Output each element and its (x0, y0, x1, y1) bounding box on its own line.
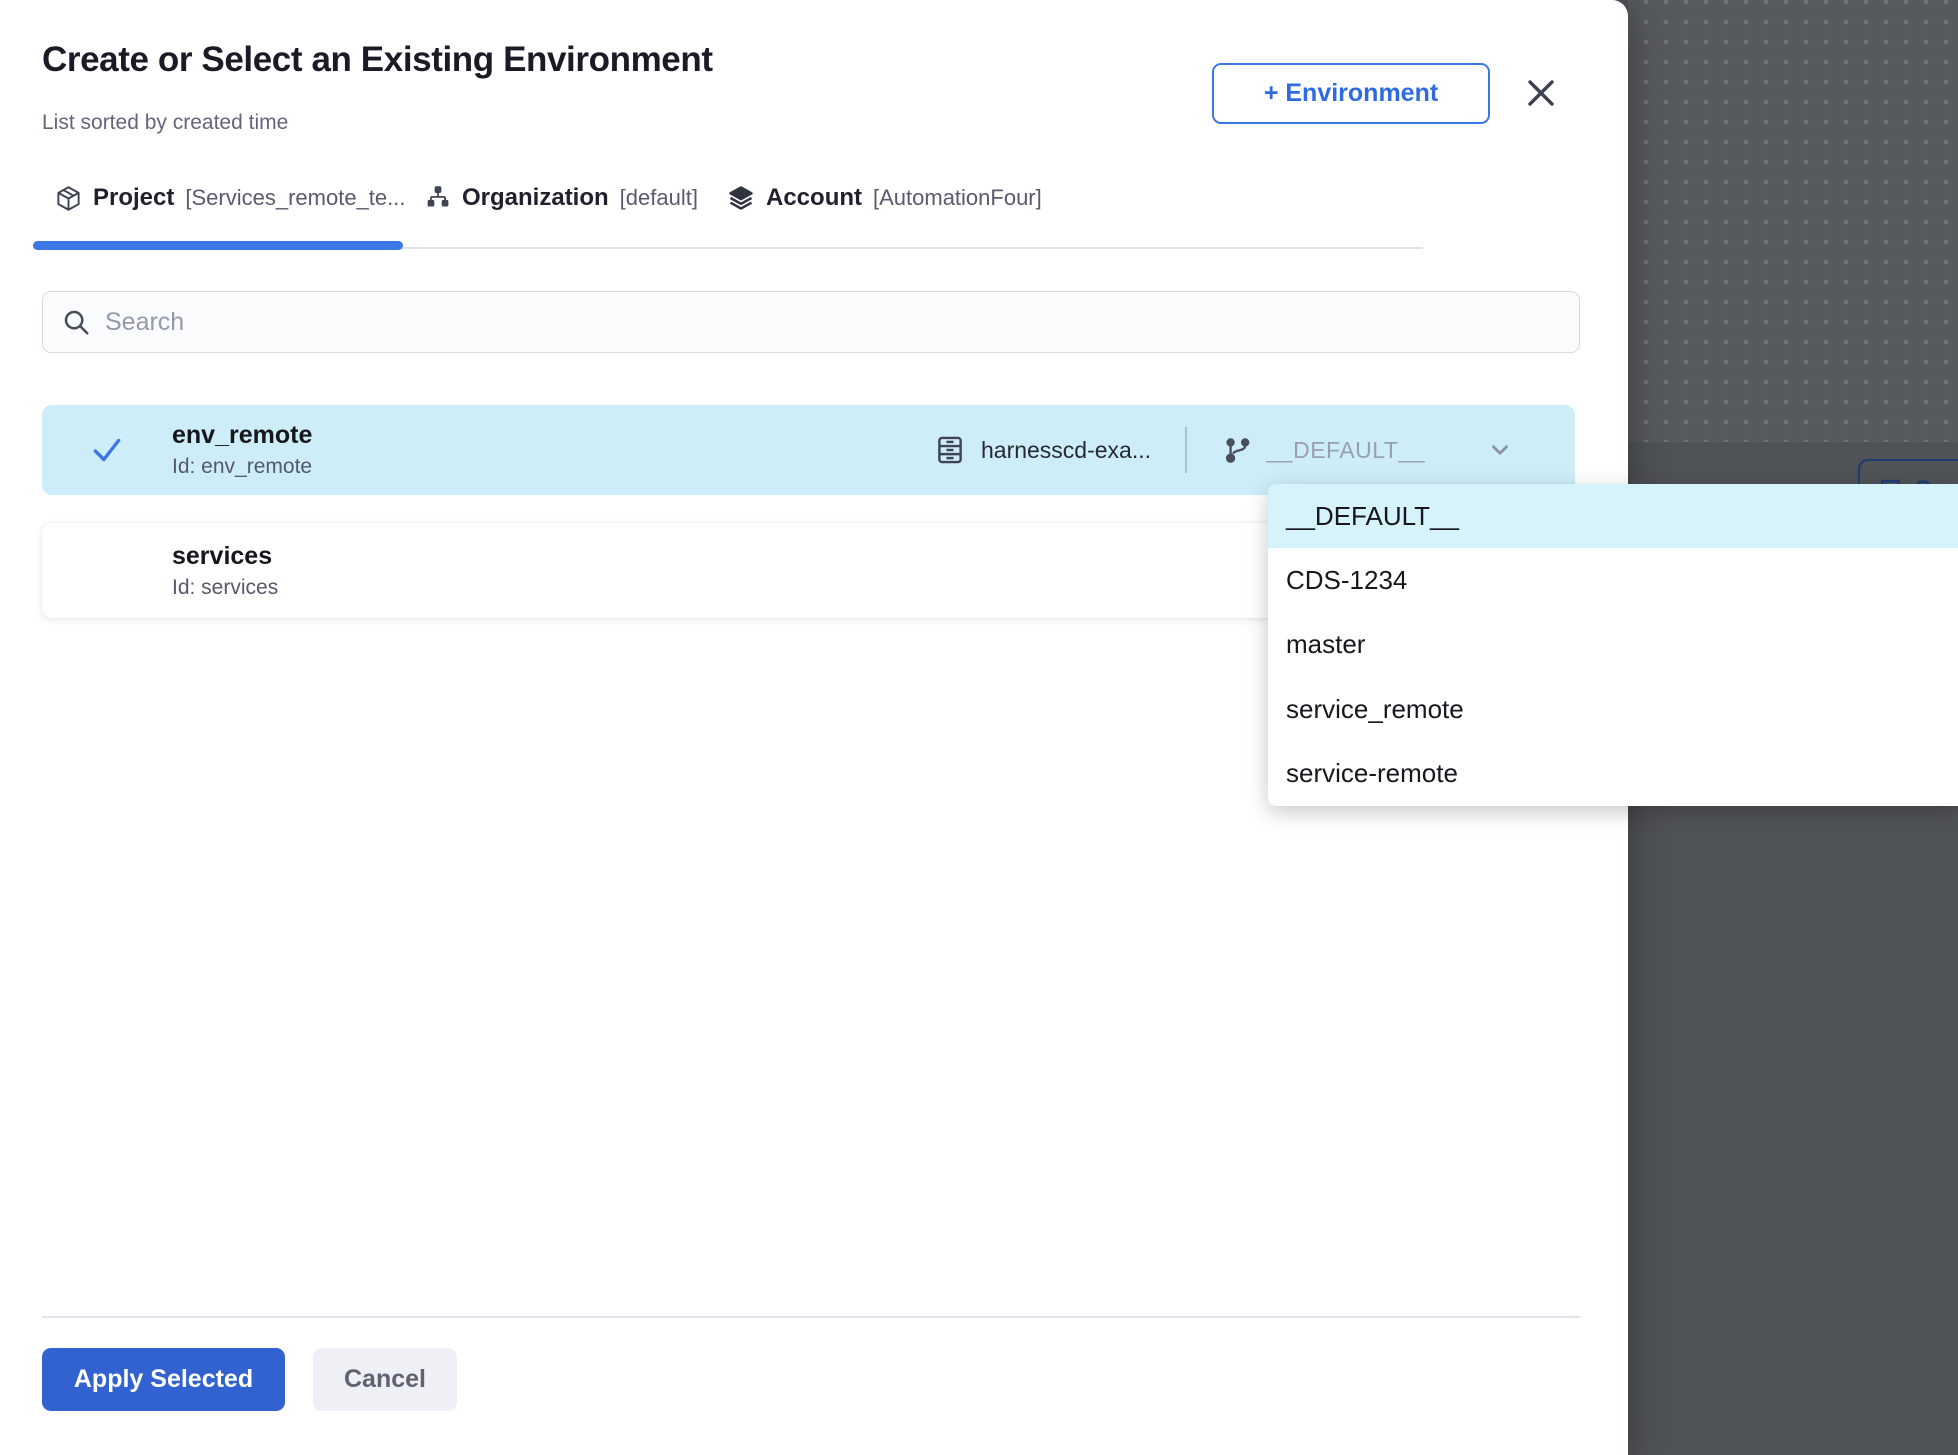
branch-dropdown-menu: __DEFAULT__ CDS-1234 master service_remo… (1268, 484, 1958, 806)
environment-name: services (172, 542, 278, 571)
cube-icon (55, 185, 82, 212)
branch-option-master[interactable]: master (1268, 613, 1958, 677)
org-chart-icon (425, 185, 451, 211)
environment-name: env_remote (172, 421, 312, 450)
tab-project-label: Project (93, 184, 174, 212)
tab-project-scope: [Services_remote_te... (185, 185, 405, 211)
environment-row-env-remote[interactable]: env_remote Id: env_remote harnesscd-exa.… (42, 405, 1575, 495)
modal-subtitle: List sorted by created time (42, 111, 288, 135)
git-branch-icon (1223, 436, 1251, 464)
tab-project[interactable]: Project [Services_remote_te... (55, 175, 405, 221)
cancel-button[interactable]: Cancel (313, 1348, 457, 1411)
search-box (42, 291, 1580, 353)
search-icon (61, 307, 91, 337)
branch-option-cds-1234[interactable]: CDS-1234 (1268, 548, 1958, 612)
environment-id: Id: services (172, 576, 278, 600)
tab-account-scope: [AutomationFour] (873, 185, 1042, 211)
meta-divider (1185, 427, 1187, 473)
environment-meta: harnesscd-exa... __DEFAULT__ (933, 427, 1575, 473)
modal-title: Create or Select an Existing Environment (42, 40, 713, 80)
footer-divider (42, 1316, 1580, 1318)
apply-selected-button[interactable]: Apply Selected (42, 1348, 285, 1411)
active-tab-indicator (33, 241, 403, 250)
repository-name: harnesscd-exa... (981, 437, 1151, 464)
canvas-dot-grid (1628, 0, 1958, 442)
branch-selector[interactable]: __DEFAULT__ (1223, 436, 1513, 464)
close-icon (1521, 73, 1561, 113)
screen: Save Create or Select an Existing Enviro… (0, 0, 1958, 1455)
repository-icon (933, 433, 967, 467)
branch-option-service-dash-remote[interactable]: service-remote (1268, 742, 1958, 806)
tab-organization-scope: [default] (620, 185, 698, 211)
selected-check-icon (42, 431, 172, 469)
new-environment-button[interactable]: + Environment (1212, 63, 1490, 124)
tab-organization[interactable]: Organization [default] (425, 175, 698, 221)
branch-option-default[interactable]: __DEFAULT__ (1268, 484, 1958, 548)
tab-organization-label: Organization (462, 184, 609, 212)
chevron-down-icon (1487, 437, 1513, 463)
environment-id: Id: env_remote (172, 455, 312, 479)
close-button[interactable] (1518, 70, 1564, 116)
tab-account[interactable]: Account [AutomationFour] (727, 175, 1042, 221)
layers-icon (727, 184, 755, 212)
search-input[interactable] (105, 292, 1579, 352)
tab-account-label: Account (766, 184, 862, 212)
branch-value: __DEFAULT__ (1267, 437, 1425, 464)
branch-option-service-underscore-remote[interactable]: service_remote (1268, 677, 1958, 741)
